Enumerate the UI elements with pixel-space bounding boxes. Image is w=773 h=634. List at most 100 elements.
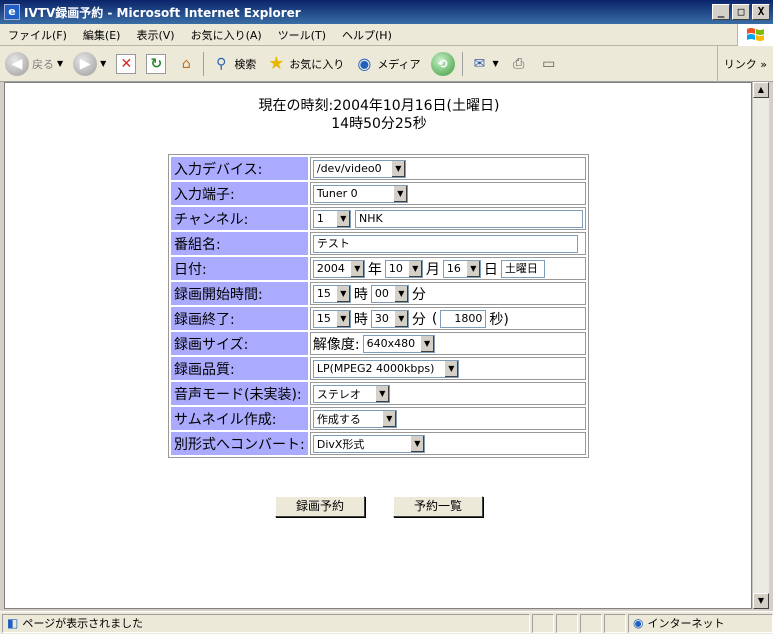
security-zone: ◉ インターネット bbox=[628, 613, 773, 633]
chevron-down-icon: ▼ bbox=[419, 335, 434, 352]
year-value: 2004 bbox=[316, 262, 345, 275]
status-message: ◧ ページが表示されました bbox=[2, 613, 530, 633]
day-value: 16 bbox=[446, 262, 461, 275]
quality-select[interactable]: LP(MPEG2 4000kbps) ▼ bbox=[312, 359, 459, 378]
menu-help[interactable]: ヘルプ(H) bbox=[334, 27, 400, 43]
channel-label: チャンネル: bbox=[171, 207, 308, 230]
reservation-form: 入力デバイス: /dev/video0 ▼ 入力端子: Tuner 0 ▼ チャ… bbox=[168, 154, 589, 458]
links-button[interactable]: リンク » bbox=[716, 45, 773, 82]
input-value: Tuner 0 bbox=[316, 187, 358, 200]
start-minute-value: 00 bbox=[374, 287, 389, 300]
edit-button[interactable]: ▭ bbox=[534, 54, 564, 74]
resolution-select[interactable]: 640x480 ▼ bbox=[362, 334, 435, 353]
current-time-text: 14時50分25秒 bbox=[331, 116, 427, 132]
globe-icon: ◉ bbox=[633, 616, 644, 630]
menu-view[interactable]: 表示(V) bbox=[128, 27, 182, 43]
page-done-icon: ◧ bbox=[7, 616, 19, 630]
year-unit: 年 bbox=[367, 261, 382, 278]
chevron-down-icon: ▼ bbox=[335, 310, 350, 327]
vertical-scrollbar[interactable]: ▲ ▼ bbox=[752, 82, 769, 609]
edit-page-icon: ▭ bbox=[542, 55, 556, 72]
current-time: 現在の時刻:2004年10月16日(土曜日) 14時50分25秒 bbox=[5, 97, 751, 133]
end-hour-value: 15 bbox=[316, 312, 331, 325]
convert-value: DivX形式 bbox=[316, 437, 365, 451]
device-select[interactable]: /dev/video0 ▼ bbox=[312, 159, 406, 178]
duration-seconds-field[interactable]: 1800 bbox=[440, 309, 487, 328]
input-select[interactable]: Tuner 0 ▼ bbox=[312, 184, 408, 203]
reserve-button[interactable]: 録画予約 bbox=[275, 496, 365, 517]
end-hour-unit: 時 bbox=[353, 311, 368, 328]
size-label: 録画サイズ: bbox=[171, 332, 308, 355]
audio-select[interactable]: ステレオ ▼ bbox=[312, 384, 390, 403]
dropdown-arrow-icon: ▼ bbox=[492, 59, 499, 68]
row-size: 録画サイズ: 解像度: 640x480 ▼ bbox=[171, 332, 586, 355]
printer-icon: ⎙ bbox=[513, 55, 525, 72]
history-icon: ⟲ bbox=[430, 51, 455, 76]
chevron-down-icon: ▼ bbox=[392, 185, 407, 202]
scroll-up-icon[interactable]: ▲ bbox=[753, 82, 769, 98]
start-hour-select[interactable]: 15 ▼ bbox=[312, 284, 351, 303]
menu-favorites[interactable]: お気に入り(A) bbox=[183, 27, 270, 43]
chevron-down-icon: ▼ bbox=[393, 285, 408, 302]
star-icon: ★ bbox=[268, 53, 285, 74]
print-button[interactable]: ⎙ bbox=[504, 54, 534, 74]
year-select[interactable]: 2004 ▼ bbox=[312, 259, 365, 278]
favorites-button[interactable]: ★ お気に入り bbox=[261, 53, 349, 74]
menu-file[interactable]: ファイル(F) bbox=[0, 27, 75, 43]
menu-edit[interactable]: 編集(E) bbox=[75, 27, 129, 43]
minimize-button[interactable]: _ bbox=[712, 4, 730, 20]
maximize-button[interactable]: □ bbox=[732, 4, 750, 20]
mail-button[interactable]: ✉ ▼ bbox=[465, 54, 504, 74]
month-select[interactable]: 10 ▼ bbox=[384, 259, 423, 278]
media-button[interactable]: ◉ メディア bbox=[349, 54, 425, 74]
refresh-button[interactable]: ↻ bbox=[141, 53, 171, 74]
back-button[interactable]: ◀ 戻る ▼ bbox=[0, 51, 68, 76]
weekday-field[interactable]: 土曜日 bbox=[500, 259, 545, 278]
menu-bar: ファイル(F) 編集(E) 表示(V) お気に入り(A) ツール(T) ヘルプ(… bbox=[0, 23, 773, 46]
home-button[interactable]: ⌂ bbox=[171, 54, 201, 74]
thumbnail-label: サムネイル作成: bbox=[171, 407, 308, 430]
stop-button[interactable]: ✕ bbox=[111, 53, 141, 74]
program-name-field[interactable]: テスト bbox=[312, 234, 578, 253]
end-minute-select[interactable]: 30 ▼ bbox=[370, 309, 409, 328]
title-bar: e IVTV録画予約 - Microsoft Internet Explorer… bbox=[0, 0, 773, 24]
chevron-down-icon: ▼ bbox=[393, 310, 408, 327]
page-viewport: 現在の時刻:2004年10月16日(土曜日) 14時50分25秒 入力デバイス:… bbox=[4, 82, 752, 609]
program-label: 番組名: bbox=[171, 232, 308, 255]
end-minute-value: 30 bbox=[374, 312, 389, 325]
refresh-icon: ↻ bbox=[146, 53, 167, 74]
month-unit: 月 bbox=[425, 261, 440, 278]
audio-value: ステレオ bbox=[316, 387, 361, 401]
forward-arrow-icon: ▶ bbox=[73, 51, 98, 76]
media-globe-icon: ◉ bbox=[357, 54, 372, 73]
chevron-down-icon: ▼ bbox=[409, 435, 424, 452]
start-minute-select[interactable]: 00 ▼ bbox=[370, 284, 409, 303]
quality-value: LP(MPEG2 4000kbps) bbox=[316, 362, 435, 375]
end-hour-select[interactable]: 15 ▼ bbox=[312, 309, 351, 328]
row-convert: 別形式へコンバート: DivX形式 ▼ bbox=[171, 432, 586, 455]
row-audio: 音声モード(未実装): ステレオ ▼ bbox=[171, 382, 586, 405]
input-label: 入力端子: bbox=[171, 182, 308, 205]
thumbnail-select[interactable]: 作成する ▼ bbox=[312, 409, 397, 428]
audio-label: 音声モード(未実装): bbox=[171, 382, 308, 405]
convert-select[interactable]: DivX形式 ▼ bbox=[312, 434, 425, 453]
forward-button[interactable]: ▶ ▼ bbox=[68, 51, 111, 76]
convert-label: 別形式へコンバート: bbox=[171, 432, 308, 455]
row-start-time: 録画開始時間: 15 ▼ 時 00 ▼ 分 bbox=[171, 282, 586, 305]
chevron-down-icon: ▼ bbox=[381, 410, 396, 427]
channel-name-field[interactable]: NHK bbox=[355, 209, 583, 228]
channel-number-select[interactable]: 1 ▼ bbox=[312, 209, 351, 228]
search-icon: ⚲ bbox=[216, 55, 227, 72]
reservation-list-button[interactable]: 予約一覧 bbox=[393, 496, 483, 517]
row-input: 入力端子: Tuner 0 ▼ bbox=[171, 182, 586, 205]
scroll-down-icon[interactable]: ▼ bbox=[753, 593, 769, 609]
day-select[interactable]: 16 ▼ bbox=[442, 259, 481, 278]
end-minute-unit: 分 bbox=[411, 311, 426, 328]
start-time-label: 録画開始時間: bbox=[171, 282, 308, 305]
search-button[interactable]: ⚲ 検索 bbox=[206, 54, 261, 74]
close-button[interactable]: X bbox=[752, 4, 770, 20]
menu-tools[interactable]: ツール(T) bbox=[270, 27, 334, 43]
chevron-down-icon: ▼ bbox=[407, 260, 422, 277]
seconds-unit: 秒) bbox=[489, 311, 509, 328]
history-button[interactable]: ⟲ bbox=[426, 51, 460, 76]
